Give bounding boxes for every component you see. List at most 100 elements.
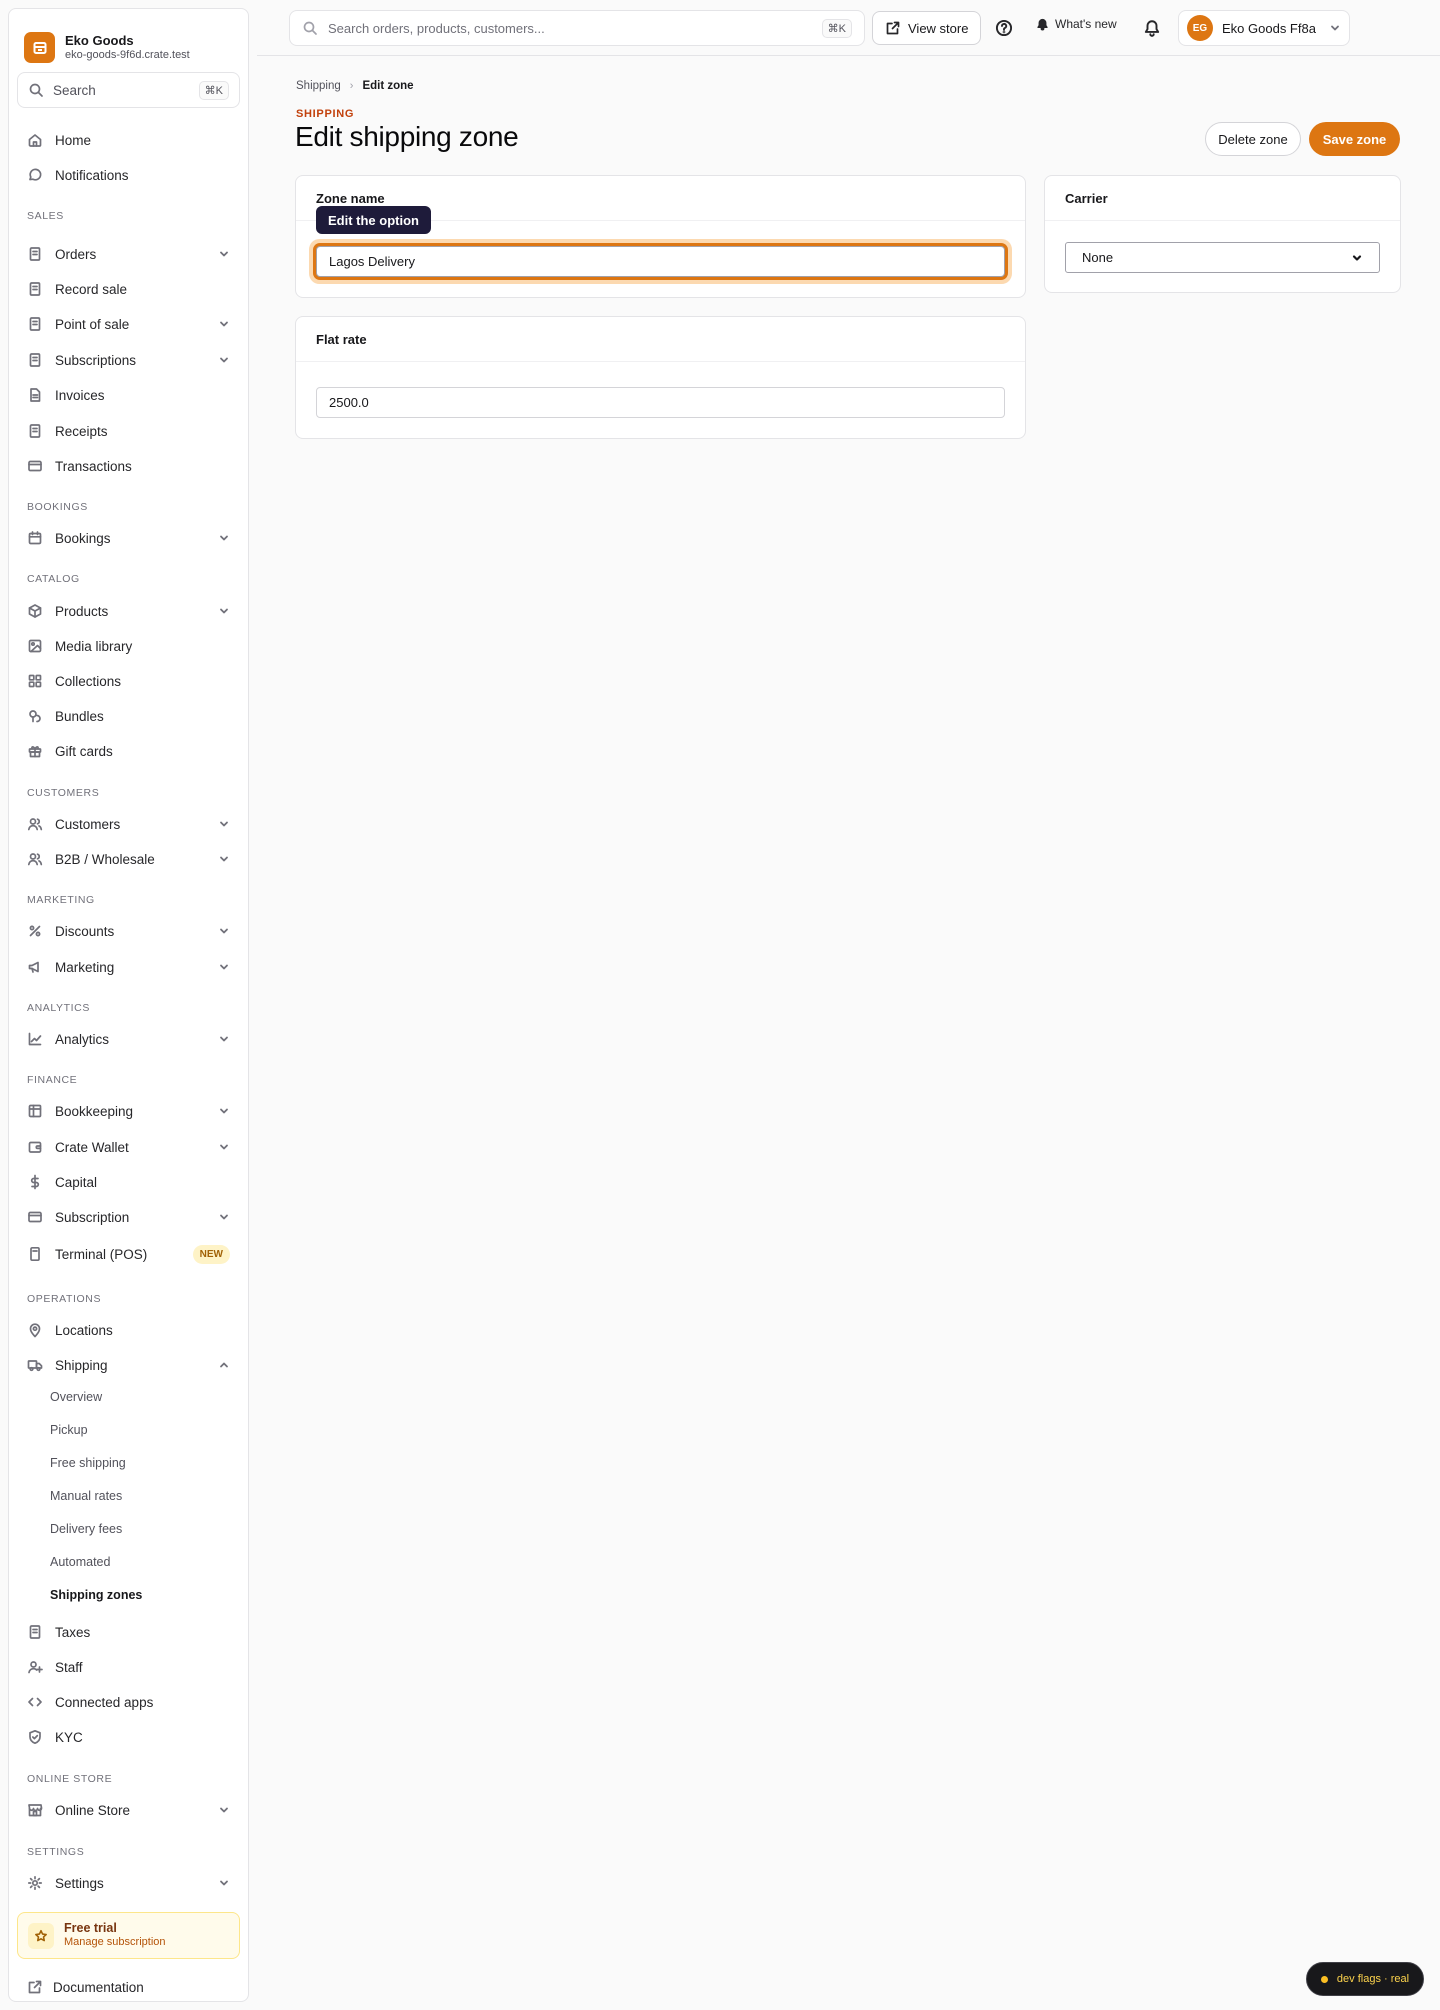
breadcrumb: Shipping › Edit zone <box>296 80 414 92</box>
storefront-icon <box>27 1802 43 1818</box>
chevron-down-icon <box>1329 22 1341 34</box>
sidebar-item-settings[interactable]: Settings <box>17 1868 240 1898</box>
sidebar-item-receipts[interactable]: Receipts <box>17 416 240 446</box>
section-sales: SALES <box>27 210 64 222</box>
ledger-icon <box>27 1103 43 1119</box>
sidebar-item-bundles[interactable]: Bundles <box>17 701 240 731</box>
zone-name-input[interactable]: Lagos Delivery <box>316 246 1005 277</box>
sidebar-item-label: Crate Wallet <box>55 1139 129 1155</box>
sidebar-item-subscription[interactable]: Subscription <box>17 1202 240 1232</box>
sidebar-item-label: Bookkeeping <box>55 1103 134 1119</box>
wallet-icon <box>27 1139 43 1155</box>
sidebar-item-orders[interactable]: Orders <box>17 239 240 269</box>
save-zone-button[interactable]: Save zone <box>1309 122 1400 156</box>
sidebar-item-b2b-wholesale[interactable]: B2B / Wholesale <box>17 844 240 874</box>
sidebar-item-label: Invoices <box>55 387 105 403</box>
chevron-down-icon <box>218 1804 230 1816</box>
sidebar-item-label: Discounts <box>55 923 115 939</box>
bell-filled-icon <box>1036 18 1049 31</box>
sidebar-item-terminal-pos[interactable]: Terminal (POS) NEW <box>17 1239 240 1269</box>
free-trial-card[interactable]: Free trial Manage subscription <box>17 1912 240 1959</box>
breadcrumb-shipping[interactable]: Shipping <box>296 80 341 92</box>
section-settings: SETTINGS <box>27 1846 85 1858</box>
sidebar-item-label: Transactions <box>55 458 132 474</box>
sidebar-subitem-pickup[interactable]: Pickup <box>50 1423 88 1437</box>
global-search[interactable]: Search orders, products, customers... ⌘K <box>289 10 865 46</box>
sidebar-item-crate-wallet[interactable]: Crate Wallet <box>17 1132 240 1162</box>
sidebar-item-label: Collections <box>55 673 122 689</box>
user-plus-icon <box>27 1659 43 1675</box>
sidebar-item-kyc[interactable]: KYC <box>17 1722 240 1752</box>
sidebar-item-media-library[interactable]: Media library <box>17 631 240 661</box>
sidebar-item-home[interactable]: Home <box>17 125 240 155</box>
section-marketing: MARKETING <box>27 894 95 906</box>
sidebar-item-label: Notifications <box>55 167 129 183</box>
bell-icon <box>1143 19 1161 37</box>
manage-subscription-link[interactable]: Manage subscription <box>64 1936 166 1950</box>
sidebar-subitem-free-shipping[interactable]: Free shipping <box>50 1456 126 1470</box>
flat-rate-input[interactable]: 2500.0 <box>316 387 1005 418</box>
notifications-button[interactable] <box>1138 14 1166 42</box>
sidebar-item-marketing[interactable]: Marketing <box>17 952 240 982</box>
dev-flags-badge[interactable]: dev flags · real <box>1306 1962 1424 1996</box>
brand[interactable]: Eko Goods eko-goods-9f6d.crate.test <box>9 9 248 71</box>
sidebar-subitem-manual-rates[interactable]: Manual rates <box>50 1489 122 1503</box>
sidebar-item-bookings[interactable]: Bookings <box>17 523 240 553</box>
sidebar-item-point-of-sale[interactable]: Point of sale <box>17 309 240 339</box>
sidebar-item-capital[interactable]: Capital <box>17 1167 240 1197</box>
brand-name: Eko Goods <box>65 33 134 49</box>
view-store-button[interactable]: View store <box>872 11 982 45</box>
sidebar-item-collections[interactable]: Collections <box>17 666 240 696</box>
store-logo-icon <box>24 32 55 63</box>
receipt-icon <box>27 423 43 439</box>
sidebar-item-customers[interactable]: Customers <box>17 809 240 839</box>
sidebar-item-locations[interactable]: Locations <box>17 1315 240 1345</box>
sidebar-item-record-sale[interactable]: Record sale <box>17 274 240 304</box>
sidebar-item-label: Bookings <box>55 530 111 546</box>
flat-rate-card: Flat rate 2500.0 <box>295 316 1026 439</box>
delete-zone-button[interactable]: Delete zone <box>1205 122 1301 156</box>
receipt-icon <box>27 352 43 368</box>
sidebar-subitem-shipping-zones[interactable]: Shipping zones <box>50 1588 142 1602</box>
account-name: Eko Goods Ff8a <box>1222 20 1316 36</box>
sidebar-subitem-delivery-fees[interactable]: Delivery fees <box>50 1522 122 1536</box>
new-badge: NEW <box>192 1244 230 1264</box>
sidebar-item-connected-apps[interactable]: Connected apps <box>17 1687 240 1717</box>
trial-title: Free trial <box>64 1920 117 1935</box>
carrier-select[interactable]: None <box>1065 242 1380 273</box>
sidebar-item-label: Subscription <box>55 1209 130 1225</box>
sidebar-item-subscriptions[interactable]: Subscriptions <box>17 345 240 375</box>
account-switcher[interactable]: EG Eko Goods Ff8a <box>1178 10 1350 46</box>
truck-icon <box>27 1357 43 1373</box>
sidebar-item-staff[interactable]: Staff <box>17 1652 240 1682</box>
sidebar-item-products[interactable]: Products <box>17 596 240 626</box>
sidebar-subitem-overview[interactable]: Overview <box>50 1390 102 1404</box>
sidebar-item-analytics[interactable]: Analytics <box>17 1024 240 1054</box>
help-button[interactable] <box>990 14 1018 42</box>
sidebar-item-transactions[interactable]: Transactions <box>17 451 240 481</box>
whats-new-button[interactable]: What's new <box>1036 17 1117 31</box>
chevron-down-icon <box>218 605 230 617</box>
sidebar-item-bookkeeping[interactable]: Bookkeeping <box>17 1096 240 1126</box>
chevron-down-icon <box>218 961 230 973</box>
sidebar-item-documentation[interactable]: Documentation <box>17 1972 240 2002</box>
sidebar-item-notifications[interactable]: Notifications <box>17 160 240 190</box>
map-pin-icon <box>27 1322 43 1338</box>
sidebar-item-label: Shipping <box>55 1357 108 1373</box>
sidebar-item-online-store[interactable]: Online Store <box>17 1795 240 1825</box>
page-title: Edit shipping zone <box>295 121 519 152</box>
sidebar-item-shipping[interactable]: Shipping <box>17 1350 240 1380</box>
sidebar-item-discounts[interactable]: Discounts <box>17 916 240 946</box>
sidebar-item-label: Taxes <box>55 1624 91 1640</box>
sidebar-search[interactable]: Search ⌘K <box>17 72 240 108</box>
gift-icon <box>27 743 43 759</box>
global-search-shortcut: ⌘K <box>821 18 852 38</box>
sidebar-item-invoices[interactable]: Invoices <box>17 380 240 410</box>
chevron-down-icon <box>218 1877 230 1889</box>
sidebar-subitem-automated[interactable]: Automated <box>50 1555 110 1569</box>
sidebar-item-taxes[interactable]: Taxes <box>17 1617 240 1647</box>
terminal-icon <box>27 1246 43 1262</box>
sidebar-item-gift-cards[interactable]: Gift cards <box>17 736 240 766</box>
sidebar-item-label: Customers <box>55 816 121 832</box>
sidebar-item-label: B2B / Wholesale <box>55 851 155 867</box>
